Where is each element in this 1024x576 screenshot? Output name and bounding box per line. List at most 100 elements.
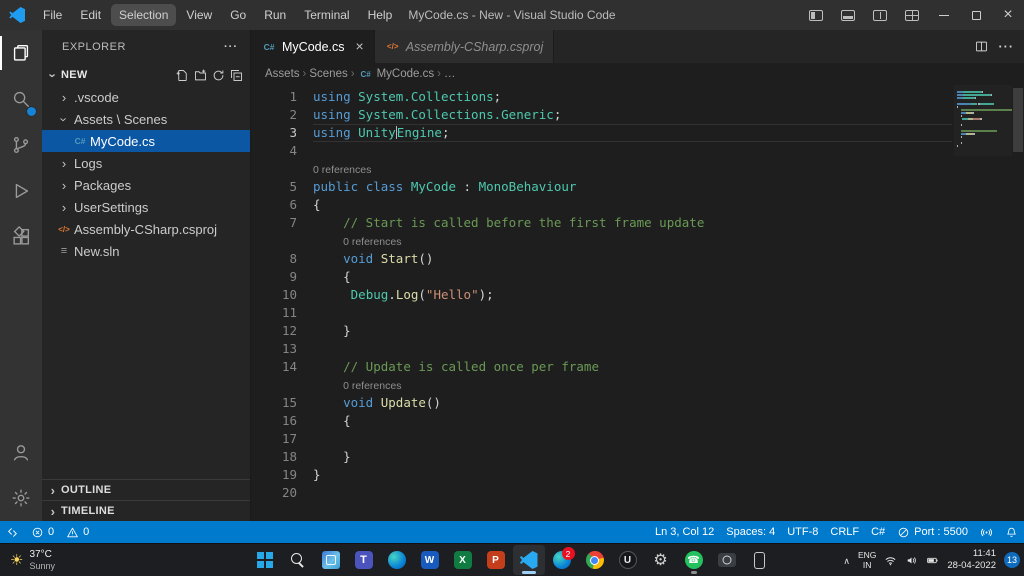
maximize-button[interactable] [960,0,992,30]
minimap[interactable] [954,85,1012,156]
tree-item-vscode[interactable]: .vscode [42,86,250,108]
menu-view[interactable]: View [178,4,220,26]
activity-search[interactable] [0,76,42,122]
taskbar-vscode[interactable] [513,545,545,575]
section-outline[interactable]: OUTLINE [42,479,250,500]
taskbar-excel[interactable] [447,545,479,575]
refresh-explorer-icon[interactable] [211,68,226,83]
taskbar-phone-link[interactable] [744,545,776,575]
taskbar-edge[interactable] [381,545,413,575]
hidden-icons-chevron-icon[interactable] [843,551,850,569]
battery-icon[interactable] [926,554,939,567]
tree-item-packages[interactable]: Packages [42,174,250,196]
code-line[interactable]: 18 } [251,448,952,466]
tree-item-logs[interactable]: Logs [42,152,250,174]
taskbar-powerpoint[interactable] [480,545,512,575]
code-line[interactable]: 20 [251,484,952,502]
activity-settings[interactable] [0,475,42,521]
code-line[interactable]: 15 void Update() [251,394,952,412]
weather-widget[interactable]: 37°C Sunny [2,544,63,576]
code-line[interactable]: 17 [251,430,952,448]
code-line[interactable]: 12 } [251,322,952,340]
status-ln-3-col-12[interactable]: Ln 3, Col 12 [649,521,720,543]
views-and-more-actions-icon[interactable] [224,41,238,53]
new-file-icon[interactable] [175,68,190,83]
code-line[interactable]: 4 [251,142,952,160]
taskbar-teams[interactable] [348,545,380,575]
scrollbar-thumb[interactable] [1013,88,1023,152]
activity-explorer[interactable] [0,30,42,76]
code-line[interactable]: 7 // Start is called before the first fr… [251,214,952,232]
status-c#[interactable]: C# [865,521,891,543]
taskbar-photos[interactable] [315,545,347,575]
breadcrumb-[interactable]: … [444,68,456,80]
toggle-panel-icon[interactable] [832,0,864,30]
menu-edit[interactable]: Edit [72,4,109,26]
taskbar-settings[interactable] [645,545,677,575]
taskbar-whatsapp[interactable] [678,545,710,575]
customize-layout-icon[interactable] [896,0,928,30]
split-editor-icon[interactable] [974,39,989,54]
tree-item-mycode-cs[interactable]: C#MyCode.cs [42,130,250,152]
breadcrumb-mycode-cs[interactable]: C#MyCode.cs [358,68,435,80]
code-line[interactable]: 11 [251,304,952,322]
code-editor[interactable]: 1using System.Collections;2using System.… [251,85,1024,521]
taskbar-search[interactable] [282,545,314,575]
volume-icon[interactable] [905,554,918,567]
codelens-references[interactable]: 0 references [313,161,371,179]
wifi-icon[interactable] [884,554,897,567]
taskbar-start[interactable] [249,545,281,575]
status-bell[interactable] [999,521,1024,543]
notification-count-badge[interactable]: 13 [1004,552,1020,568]
menu-help[interactable]: Help [360,4,401,26]
status-crlf[interactable]: CRLF [824,521,865,543]
section-timeline[interactable]: TIMELINE [42,500,250,521]
status-circle-slash[interactable]: Port : 5500 [891,521,974,543]
codelens-references[interactable]: 0 references [343,233,401,251]
menu-selection[interactable]: Selection [111,4,176,26]
taskbar-unity[interactable] [612,545,644,575]
toggle-secondary-sidebar-icon[interactable] [864,0,896,30]
activity-run-debug[interactable] [0,168,42,214]
toggle-primary-sidebar-icon[interactable] [800,0,832,30]
menu-run[interactable]: Run [256,4,294,26]
code-line[interactable]: 10 Debug.Log("Hello"); [251,286,952,304]
editor-scrollbar[interactable] [1012,85,1024,521]
taskbar-chrome[interactable] [579,545,611,575]
codelens-row[interactable]: 0 references [251,160,952,178]
breadcrumb-assets[interactable]: Assets [265,68,300,80]
taskbar-browser[interactable]: 2 [546,545,578,575]
tree-item-assets-scenes[interactable]: Assets \ Scenes [42,108,250,130]
new-folder-icon[interactable] [193,68,208,83]
code-line[interactable]: 13 [251,340,952,358]
minimize-button[interactable] [928,0,960,30]
menu-file[interactable]: File [35,4,70,26]
code-line[interactable]: 9 { [251,268,952,286]
more-actions-icon[interactable] [999,40,1015,54]
tab-mycode-cs[interactable]: MyCode.cs [251,30,375,63]
status-error[interactable]: 0 [25,521,60,543]
taskbar-camera[interactable] [711,545,743,575]
activity-extensions[interactable] [0,214,42,260]
tab-assembly-csharp-csproj[interactable]: Assembly-CSharp.csproj [375,30,555,63]
code-line[interactable]: 1using System.Collections; [251,88,952,106]
tree-item-assembly-csharp-csproj[interactable]: </>Assembly-CSharp.csproj [42,218,250,240]
clock[interactable]: 11:41 28-04-2022 [947,548,996,572]
close-button[interactable] [992,0,1024,30]
close-icon[interactable] [356,39,364,54]
status-warning[interactable]: 0 [60,521,95,543]
code-line[interactable]: 14 // Update is called once per frame [251,358,952,376]
tree-item-new-sln[interactable]: ≡New.sln [42,240,250,262]
code-line[interactable]: 6{ [251,196,952,214]
codelens-row[interactable]: 0 references [251,376,952,394]
menu-terminal[interactable]: Terminal [296,4,357,26]
codelens-row[interactable]: 0 references [251,232,952,250]
code-line[interactable]: 16 { [251,412,952,430]
code-line[interactable]: 19} [251,466,952,484]
taskbar-word[interactable] [414,545,446,575]
code-line[interactable]: 5public class MyCode : MonoBehaviour [251,178,952,196]
status-utf-8[interactable]: UTF-8 [781,521,824,543]
menu-go[interactable]: Go [222,4,254,26]
status-broadcast[interactable] [974,521,999,543]
codelens-references[interactable]: 0 references [343,377,401,395]
